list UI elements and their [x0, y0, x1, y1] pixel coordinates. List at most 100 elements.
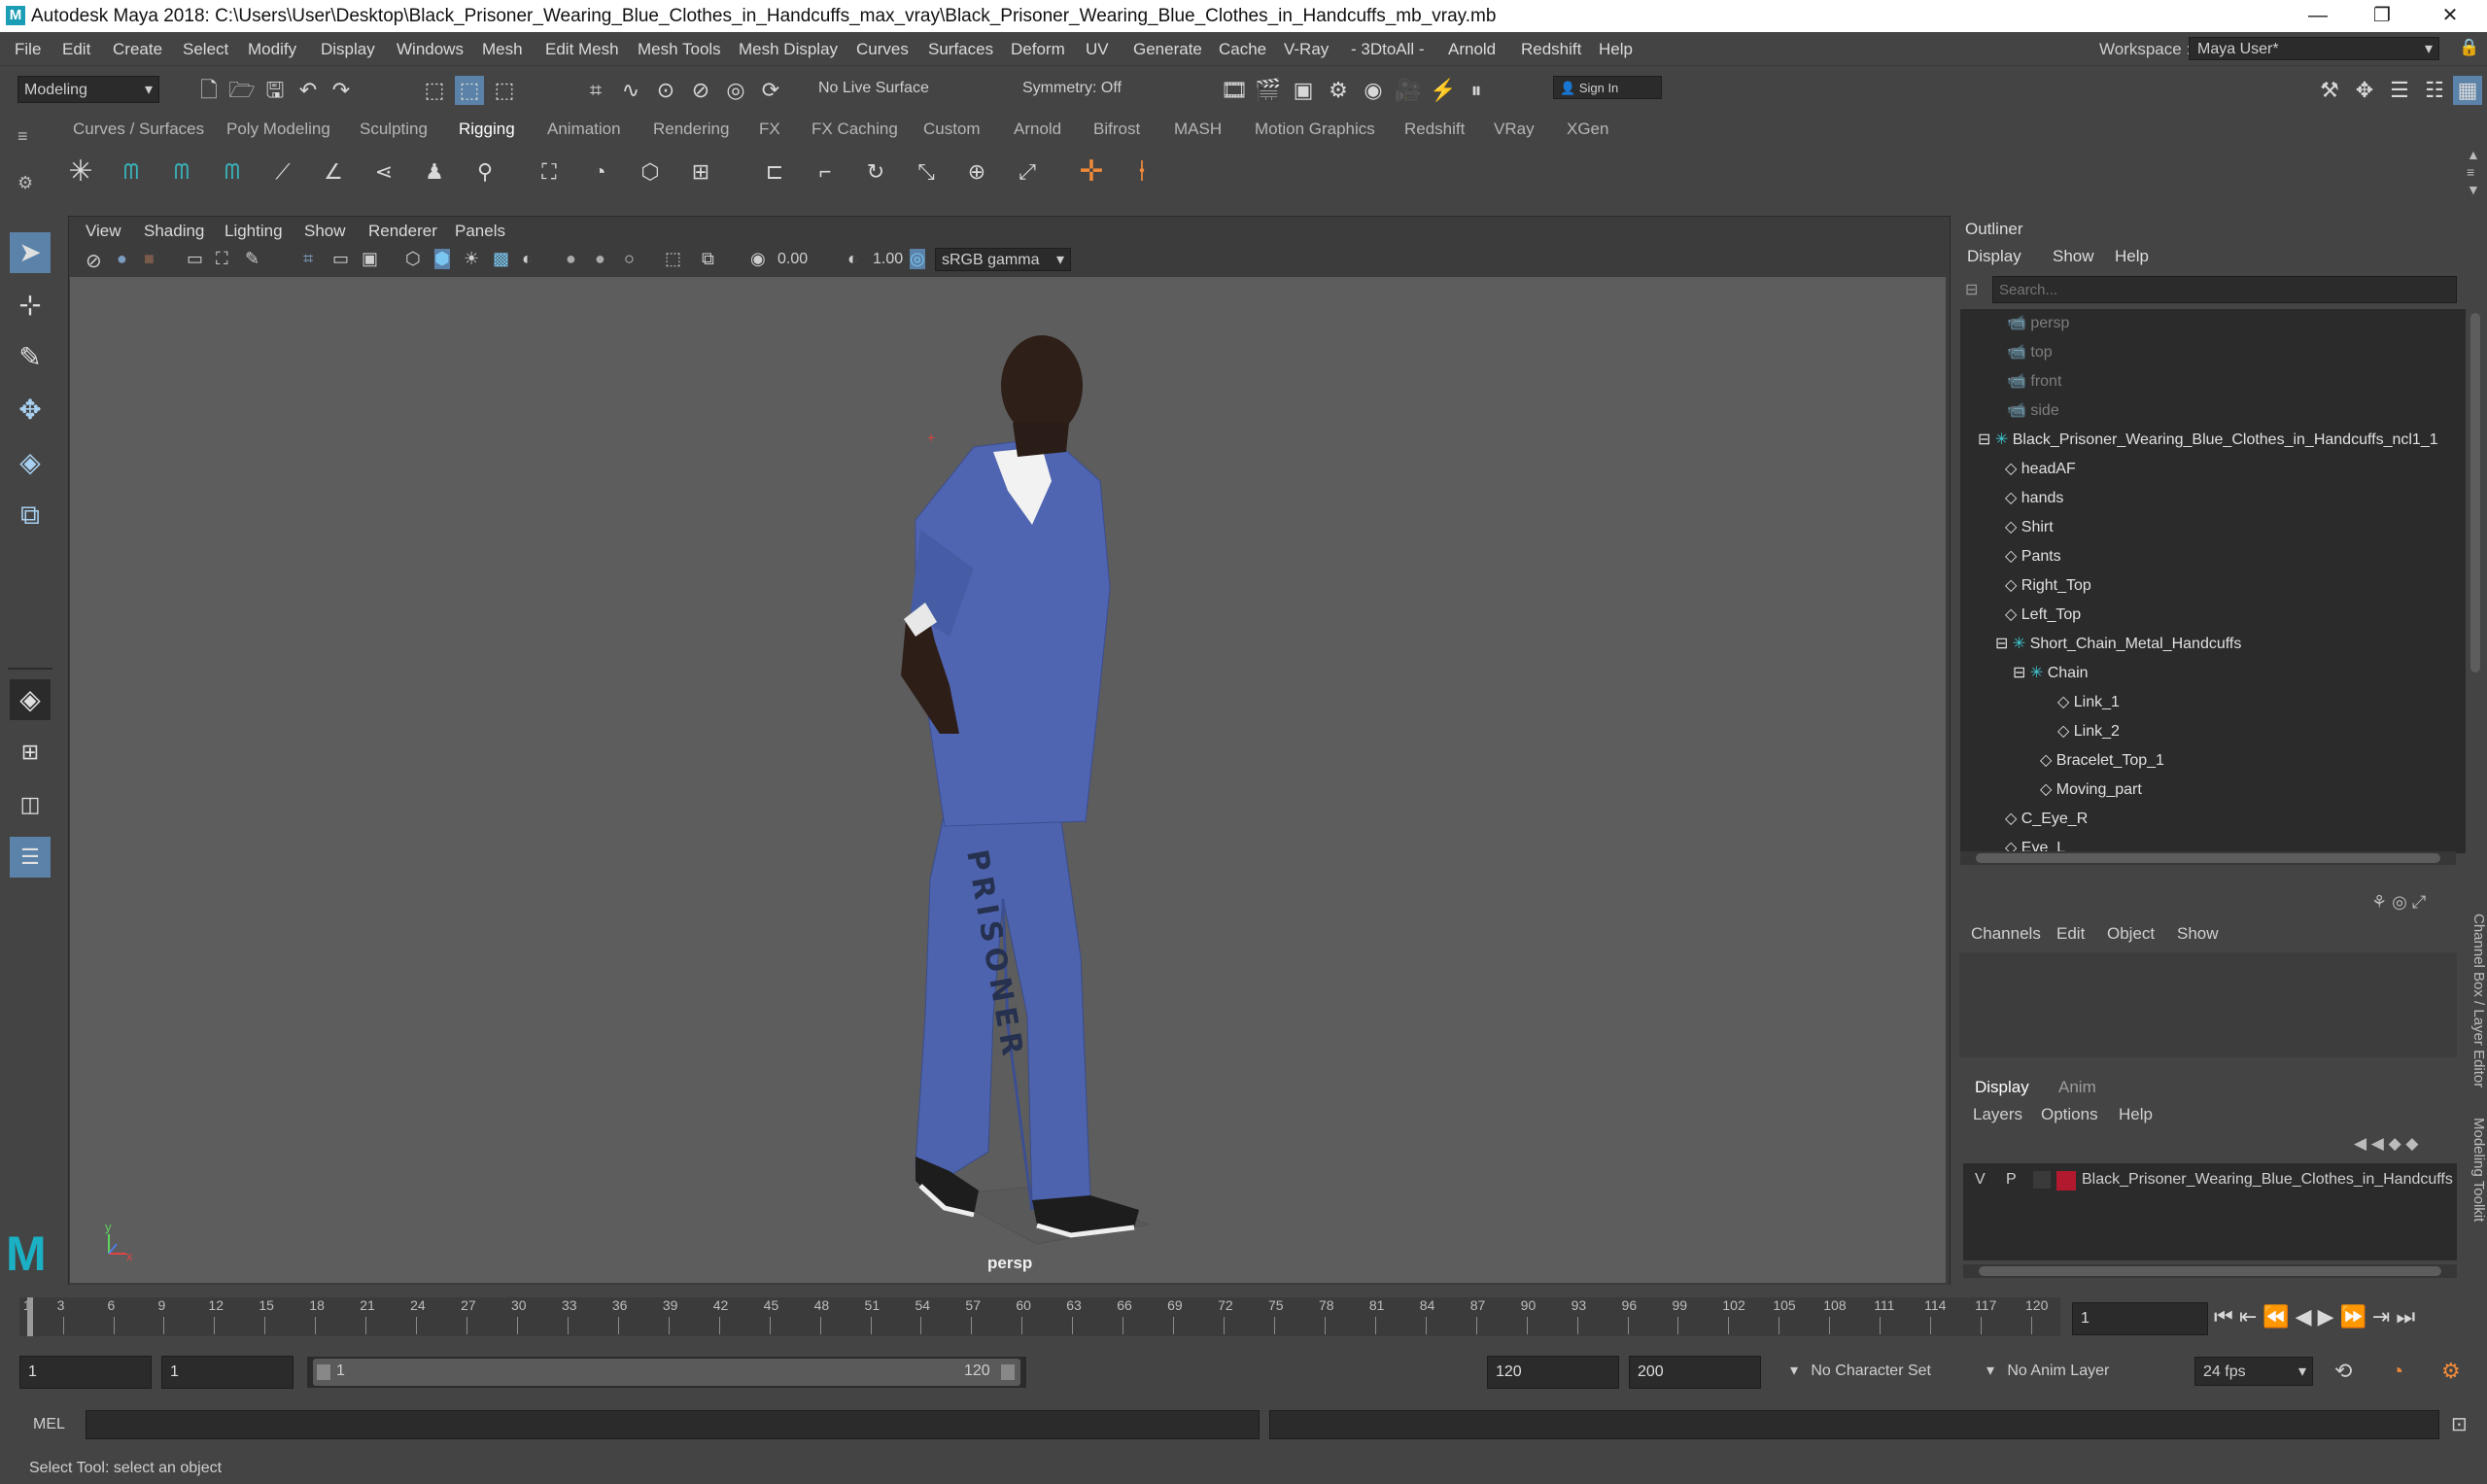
render-setup-icon[interactable]: 🎥: [1394, 76, 1423, 105]
step-forward-frame-icon[interactable]: ⏩: [2340, 1304, 2372, 1329]
channel-menu-object[interactable]: Object: [2107, 924, 2155, 944]
scene-start-field[interactable]: 1: [19, 1356, 152, 1389]
shelf-menu-icon[interactable]: ≡: [17, 126, 28, 147]
viewport-menu-shading[interactable]: Shading: [144, 222, 204, 241]
menu-create[interactable]: Create: [113, 40, 162, 59]
shelf-tab-arnold[interactable]: Arnold: [1014, 120, 1061, 139]
collapse-icon[interactable]: ⊟: [1978, 431, 1990, 448]
layer-hscrollbar[interactable]: [1963, 1264, 2457, 1278]
current-time-indicator[interactable]: [27, 1297, 33, 1336]
shelf-scroll-icon[interactable]: ▲ ≡ ▼: [2467, 146, 2480, 198]
outliner-item-moving-part[interactable]: ◇ Moving_part: [1960, 776, 2466, 805]
shelf-tab-xgen[interactable]: XGen: [1567, 120, 1608, 139]
snap-live-icon[interactable]: ⟳: [756, 76, 785, 105]
sign-in-button[interactable]: 👤 Sign In: [1553, 76, 1662, 99]
tool-settings-icon[interactable]: ☷: [2420, 76, 2449, 105]
outliner-search-input[interactable]: [1992, 276, 2457, 303]
play-forward-icon[interactable]: ▶: [2318, 1304, 2340, 1329]
snap-surface-icon[interactable]: ◎: [721, 76, 750, 105]
cluster-icon[interactable]: ⊞: [686, 157, 715, 187]
channel-menu-channels[interactable]: Channels: [1971, 924, 2041, 944]
menu-vray[interactable]: V-Ray: [1284, 40, 1329, 59]
step-back-frame-icon[interactable]: ⏪: [2262, 1304, 2295, 1329]
film-gate-icon[interactable]: ▭: [332, 249, 349, 269]
menu-mesh[interactable]: Mesh: [482, 40, 523, 59]
shelf-tab-fx-caching[interactable]: FX Caching: [812, 120, 898, 139]
go-to-end-icon[interactable]: ⏭: [2396, 1304, 2421, 1329]
scale-tool-icon[interactable]: ⧉: [10, 495, 51, 535]
outliner-item-side[interactable]: 📹 side: [1960, 397, 2466, 426]
menu-mesh-tools[interactable]: Mesh Tools: [638, 40, 721, 59]
single-view-icon[interactable]: ◈: [10, 679, 51, 720]
step-forward-key-icon[interactable]: ⇥: [2372, 1304, 2396, 1329]
shelf-gear-icon[interactable]: ⚙: [17, 173, 33, 193]
layer-hscroll-thumb[interactable]: [1979, 1266, 2441, 1276]
motion-blur-icon[interactable]: ●: [595, 249, 605, 269]
bind-skin-icon[interactable]: ⛶: [535, 157, 564, 187]
character-controls-icon[interactable]: ✥: [2350, 76, 2379, 105]
animation-prefs-icon[interactable]: ⚙: [2441, 1359, 2461, 1384]
pause-icon[interactable]: ⏸: [1462, 76, 1491, 105]
shadows-icon[interactable]: ◐: [522, 249, 533, 269]
minimize-button[interactable]: —: [2290, 0, 2346, 32]
render-current-icon[interactable]: 🎬: [1254, 76, 1283, 105]
step-back-key-icon[interactable]: ⇤: [2239, 1304, 2262, 1329]
range-end-grip[interactable]: [1001, 1364, 1015, 1380]
play-backward-icon[interactable]: ◀: [2296, 1304, 2318, 1329]
grease-pencil-icon[interactable]: ✎: [245, 249, 259, 269]
layer-menu-layers[interactable]: Layers: [1973, 1105, 2022, 1124]
modeling-toolkit-side-tab[interactable]: Modeling Toolkit: [2465, 1118, 2487, 1273]
layer-tab-display[interactable]: Display: [1975, 1078, 2029, 1097]
parent-constraint-icon[interactable]: ⊏: [760, 157, 789, 187]
hik-control-icon[interactable]: ᗰ: [218, 157, 247, 187]
shelf-tab-redshift[interactable]: Redshift: [1404, 120, 1465, 139]
snap-curve-icon[interactable]: ∿: [616, 76, 645, 105]
shelf-tab-vray[interactable]: VRay: [1494, 120, 1535, 139]
collapse-icon[interactable]: ⊟: [1995, 636, 2008, 652]
menu-surfaces[interactable]: Surfaces: [928, 40, 993, 59]
select-camera-icon[interactable]: ⊘: [86, 249, 102, 273]
ik-handle-icon[interactable]: ⟋: [268, 157, 297, 187]
shelf-tab-motion-graphics[interactable]: Motion Graphics: [1255, 120, 1375, 139]
attribute-editor-icon[interactable]: ☰: [2385, 76, 2414, 105]
vray-render-icon[interactable]: ⚡: [1429, 76, 1458, 105]
outliner-item-shirt[interactable]: ◇ Shirt: [1960, 513, 2466, 542]
redo-icon[interactable]: ↷: [327, 76, 356, 105]
paint-select-icon[interactable]: ✎: [10, 337, 51, 378]
color-management-icon[interactable]: ◎: [910, 249, 925, 269]
bookmark-icon[interactable]: ■: [144, 249, 155, 269]
anim-start-field[interactable]: 1: [161, 1356, 294, 1389]
pole-vector-icon[interactable]: ⤢: [1013, 157, 1042, 187]
outliner-item-chain[interactable]: ⊟ ✳ Chain: [1960, 659, 2466, 688]
outliner-item-hands[interactable]: ◇ hands: [1960, 484, 2466, 513]
ipr-render-icon[interactable]: ▣: [1289, 76, 1318, 105]
outliner-layout-icon[interactable]: ☰: [10, 837, 51, 878]
exposure-icon[interactable]: ◉: [750, 249, 766, 269]
outliner-item-left-top[interactable]: ◇ Left_Top: [1960, 601, 2466, 630]
collapse-icon[interactable]: ⊟: [2013, 665, 2025, 681]
textured-icon[interactable]: ▩: [493, 249, 509, 269]
layer-type-toggle[interactable]: [2033, 1171, 2051, 1189]
outliner-item-c-eye-r[interactable]: ◇ C_Eye_R: [1960, 805, 2466, 834]
use-lights-icon[interactable]: ☀: [464, 249, 479, 269]
mirror-joint-icon[interactable]: ⋖: [369, 157, 398, 187]
viewport-menu-view[interactable]: View: [86, 222, 121, 241]
undo-icon[interactable]: ↶: [294, 76, 323, 105]
render-view-icon[interactable]: 🎞: [1220, 76, 1249, 105]
shelf-tab-mash[interactable]: MASH: [1174, 120, 1222, 139]
shelf-tab-animation[interactable]: Animation: [547, 120, 621, 139]
smooth-shade-icon[interactable]: ⬢: [434, 249, 450, 269]
new-scene-icon[interactable]: 🗋: [194, 76, 224, 105]
layer-menu-options[interactable]: Options: [2041, 1105, 2098, 1124]
range-start-grip[interactable]: [317, 1364, 330, 1380]
scene-end-field[interactable]: 200: [1629, 1356, 1761, 1389]
outliner-item-pants[interactable]: ◇ Pants: [1960, 542, 2466, 571]
scale-constraint-icon[interactable]: ⤡: [912, 157, 941, 187]
image-plane-icon[interactable]: ▭: [187, 249, 203, 269]
camera-attr-icon[interactable]: ●: [117, 249, 127, 269]
menu-edit[interactable]: Edit: [62, 40, 90, 59]
layer-tab-anim[interactable]: Anim: [2058, 1078, 2096, 1097]
grid-icon[interactable]: ⌗: [303, 249, 313, 269]
snap-view-icon[interactable]: ⊘: [686, 76, 715, 105]
viewport-menu-show[interactable]: Show: [304, 222, 346, 241]
